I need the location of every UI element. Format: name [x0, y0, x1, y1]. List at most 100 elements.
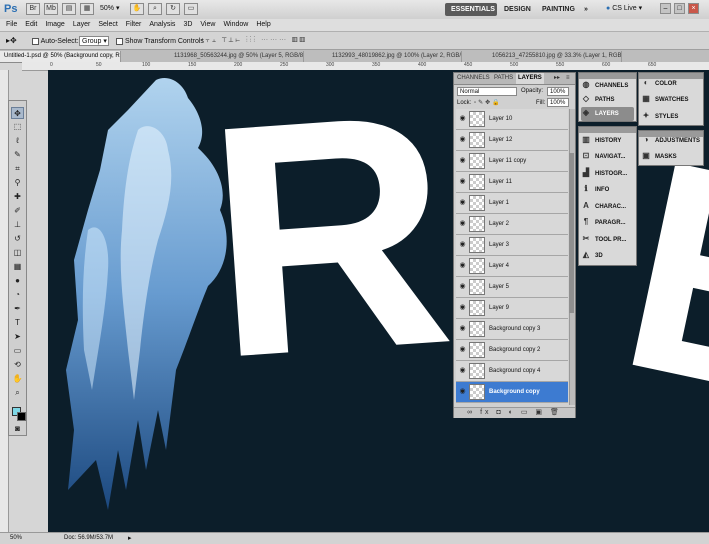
- dock-histogram[interactable]: ▟ HISTOGR...: [581, 167, 634, 181]
- layers-scrollbar-thumb[interactable]: [569, 153, 574, 313]
- layer-row-selected[interactable]: ◉ Background copy: [456, 382, 568, 403]
- dock-navigator[interactable]: ⊡ NAVIGAT...: [581, 150, 634, 164]
- blur-tool-icon[interactable]: ●: [11, 275, 24, 287]
- pen-tool-icon[interactable]: ✒: [11, 303, 24, 315]
- minimize-button[interactable]: –: [660, 3, 671, 14]
- tab-paths[interactable]: PATHS: [494, 73, 513, 84]
- brush-tool-icon[interactable]: ✐: [11, 205, 24, 217]
- healing-brush-tool-icon[interactable]: ✚: [11, 191, 24, 203]
- zoom-tool-icon[interactable]: ⌕: [11, 387, 24, 399]
- shape-tool-icon[interactable]: ▭: [11, 345, 24, 357]
- menu-image[interactable]: Image: [41, 19, 68, 31]
- dock-adjustments[interactable]: ◑ ADJUSTMENTS: [641, 134, 701, 148]
- visibility-eye-icon[interactable]: ◉: [458, 241, 467, 249]
- dodge-tool-icon[interactable]: ◔: [11, 289, 24, 301]
- menu-edit[interactable]: Edit: [21, 19, 41, 31]
- workspace-design[interactable]: DESIGN: [498, 3, 537, 16]
- layer-row[interactable]: ◉ Layer 10: [456, 109, 568, 130]
- clone-stamp-tool-icon[interactable]: ⊥: [11, 219, 24, 231]
- type-tool-icon[interactable]: T: [11, 317, 24, 329]
- visibility-eye-icon[interactable]: ◉: [458, 115, 467, 123]
- tab-layers[interactable]: LAYERS: [516, 73, 544, 84]
- dock-paragraph[interactable]: ¶ PARAGR...: [581, 216, 634, 230]
- crop-tool-icon[interactable]: ⌗: [11, 163, 24, 175]
- eyedropper-tool-icon[interactable]: ⚲: [11, 177, 24, 189]
- eraser-tool-icon[interactable]: ◫: [11, 247, 24, 259]
- visibility-eye-icon[interactable]: ◉: [458, 199, 467, 207]
- blend-mode-dropdown[interactable]: Normal: [457, 87, 517, 96]
- show-transform-checkbox[interactable]: Show Transform Controls: [116, 37, 204, 46]
- menu-3d[interactable]: 3D: [179, 19, 196, 31]
- menu-analysis[interactable]: Analysis: [145, 19, 179, 31]
- layers-footer-icons[interactable]: ∞ fx ◘ ◐ ▭ ▣ 🗑: [454, 407, 575, 418]
- status-doc-size[interactable]: Doc: 56.9M/53.7M: [64, 534, 113, 543]
- visibility-eye-icon[interactable]: ◉: [458, 262, 467, 270]
- menu-layer[interactable]: Layer: [69, 19, 95, 31]
- layer-row[interactable]: ◉ Background copy 2: [456, 340, 568, 361]
- rotate-view-icon[interactable]: ↻: [166, 3, 180, 15]
- zoom-view-icon[interactable]: ⌕: [148, 3, 162, 15]
- move-tool-icon[interactable]: ✥: [11, 107, 24, 119]
- dock-color[interactable]: ◐ COLOR: [641, 77, 701, 91]
- fill-field[interactable]: 100%: [547, 98, 569, 107]
- visibility-eye-icon[interactable]: ◉: [458, 157, 467, 165]
- visibility-eye-icon[interactable]: ◉: [458, 178, 467, 186]
- visibility-eye-icon[interactable]: ◉: [458, 367, 467, 375]
- layer-row[interactable]: ◉ Layer 4: [456, 256, 568, 277]
- layer-row[interactable]: ◉ Background copy 4: [456, 361, 568, 382]
- layer-row[interactable]: ◉ Layer 5: [456, 277, 568, 298]
- layer-row[interactable]: ◉ Layer 2: [456, 214, 568, 235]
- view-extras-icon[interactable]: ▤: [62, 3, 76, 15]
- dock-styles[interactable]: ✦ STYLES: [641, 110, 701, 124]
- dock-masks[interactable]: ▣ MASKS: [641, 150, 701, 164]
- tab-1132993[interactable]: 1132993_48019862.jpg @ 100% (Layer 2, RG…: [328, 51, 462, 62]
- menu-select[interactable]: Select: [94, 19, 121, 31]
- status-zoom[interactable]: 50%: [10, 534, 22, 543]
- layer-row[interactable]: ◉ Layer 11 copy: [456, 151, 568, 172]
- visibility-eye-icon[interactable]: ◉: [458, 220, 467, 228]
- maximize-button[interactable]: □: [674, 3, 685, 14]
- hand-tool-icon[interactable]: ✋: [11, 373, 24, 385]
- layer-row[interactable]: ◉ Layer 3: [456, 235, 568, 256]
- quick-select-tool-icon[interactable]: ✎: [11, 149, 24, 161]
- layer-row[interactable]: ◉ Layer 12: [456, 130, 568, 151]
- dock-swatches[interactable]: ▦ SWATCHES: [641, 93, 701, 107]
- opacity-field[interactable]: 100%: [547, 87, 569, 96]
- layer-row[interactable]: ◉ Layer 1: [456, 193, 568, 214]
- tab-untitled-1[interactable]: Untitled-1.psd @ 50% (Background copy, R…: [0, 51, 121, 62]
- tab-1131968[interactable]: 1131968_50563244.jpg @ 50% (Layer 5, RGB…: [170, 51, 304, 62]
- history-brush-tool-icon[interactable]: ↺: [11, 233, 24, 245]
- tab-1056213[interactable]: 1056213_47255810.jpg @ 33.3% (Layer 1, R…: [488, 51, 622, 62]
- dock-history[interactable]: ▥ HISTORY: [581, 134, 634, 148]
- dock-layers[interactable]: ◈ LAYERS: [581, 107, 634, 121]
- zoom-level[interactable]: 50% ▾: [100, 3, 119, 15]
- panel-menu-icon[interactable]: ≡: [566, 73, 570, 84]
- dock-info[interactable]: ℹ INFO: [581, 183, 634, 197]
- visibility-eye-icon[interactable]: ◉: [458, 325, 467, 333]
- auto-select-dropdown[interactable]: Group ▾: [79, 36, 109, 46]
- menu-window[interactable]: Window: [219, 19, 252, 31]
- dock-paths[interactable]: ◇ PATHS: [581, 93, 634, 107]
- dock-channels[interactable]: ◍ CHANNELS: [581, 79, 634, 93]
- panel-collapse-icon[interactable]: ▸▸: [554, 73, 560, 84]
- menu-filter[interactable]: Filter: [122, 19, 146, 31]
- dock-character[interactable]: A CHARAC...: [581, 200, 634, 214]
- workspace-essentials[interactable]: ESSENTIALS: [445, 3, 497, 16]
- bridge-icon[interactable]: Br: [26, 3, 40, 15]
- workspace-more[interactable]: »: [578, 3, 594, 16]
- marquee-tool-icon[interactable]: ⬚: [11, 121, 24, 133]
- minibridge-icon[interactable]: Mb: [44, 3, 58, 15]
- menu-help[interactable]: Help: [252, 19, 274, 31]
- arrange-icon[interactable]: ▦: [80, 3, 94, 15]
- auto-select-checkbox[interactable]: Auto-Select:: [32, 37, 79, 46]
- layer-row[interactable]: ◉ Background copy 3: [456, 319, 568, 340]
- path-select-tool-icon[interactable]: ➤: [11, 331, 24, 343]
- screen-mode-icon[interactable]: ▭: [184, 3, 198, 15]
- hand-view-icon[interactable]: ✋: [130, 3, 144, 15]
- move-tool-preset-icon[interactable]: ▸✥: [6, 35, 24, 46]
- gradient-tool-icon[interactable]: ▦: [11, 261, 24, 273]
- cs-live-button[interactable]: ● CS Live ▾: [606, 3, 642, 15]
- 3d-rotate-tool-icon[interactable]: ⟲: [11, 359, 24, 371]
- lasso-tool-icon[interactable]: ℓ: [11, 135, 24, 147]
- status-arrow-icon[interactable]: ▸: [128, 534, 132, 543]
